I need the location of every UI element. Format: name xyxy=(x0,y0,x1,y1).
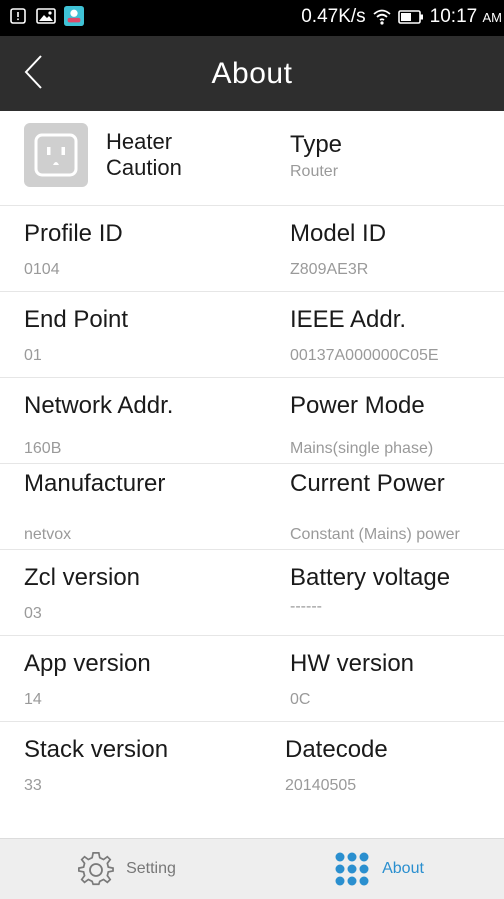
hw-version-label: HW version xyxy=(290,650,415,677)
device-name: Heater Caution xyxy=(106,129,182,180)
profile-id-cell: Profile ID 0104 xyxy=(24,206,274,291)
app-header: About xyxy=(0,36,504,111)
app-notification-icon xyxy=(64,6,84,26)
manufacturer-label: Manufacturer xyxy=(24,470,166,497)
power-mode-label: Power Mode xyxy=(290,392,425,419)
info-row-zcl: Zcl version 03 Battery voltage ------ xyxy=(0,550,504,636)
manufacturer-value: netvox xyxy=(24,526,72,543)
app-version-cell: App version 14 xyxy=(24,636,274,721)
manufacturer-cell: Manufacturer netvox xyxy=(24,464,274,549)
status-bar: 0.47K/s 10:17 AM xyxy=(0,0,504,36)
stack-version-cell: Stack version 33 xyxy=(24,722,274,807)
end-point-cell: End Point 01 xyxy=(24,292,274,377)
battery-voltage-label: Battery voltage xyxy=(290,564,451,591)
info-row-endpoint: End Point 01 IEEE Addr. 00137A000000C05E xyxy=(0,292,504,378)
current-power-cell: Current Power Constant (Mains) power xyxy=(290,464,504,549)
app-version-value: 14 xyxy=(24,691,42,708)
wifi-icon xyxy=(372,7,392,27)
end-point-value: 01 xyxy=(24,347,42,364)
back-button[interactable] xyxy=(22,52,62,96)
type-label: Type xyxy=(290,131,343,158)
ieee-addr-value: 00137A000000C05E xyxy=(290,347,439,364)
hw-version-cell: HW version 0C xyxy=(290,636,504,721)
datecode-value: 20140505 xyxy=(285,777,357,794)
device-info-list: Heater Caution Type Router Profile ID 01… xyxy=(0,111,504,807)
page-title: About xyxy=(211,57,293,90)
type-value: Router xyxy=(290,163,339,180)
image-notification-icon xyxy=(36,6,56,26)
info-row-device: Heater Caution Type Router xyxy=(0,111,504,206)
info-row-profile: Profile ID 0104 Model ID Z809AE3R xyxy=(0,206,504,292)
clock: 10:17 AM xyxy=(429,6,502,27)
network-speed: 0.47K/s xyxy=(301,6,366,27)
info-row-app: App version 14 HW version 0C xyxy=(0,636,504,722)
end-point-label: End Point xyxy=(24,306,129,333)
network-addr-value: 160B xyxy=(24,440,62,457)
zcl-version-label: Zcl version xyxy=(24,564,141,591)
zcl-version-cell: Zcl version 03 xyxy=(24,550,274,635)
info-row-stack: Stack version 33 Datecode 20140505 xyxy=(0,722,504,807)
alert-notification-icon xyxy=(8,6,28,26)
battery-icon xyxy=(397,7,424,27)
power-outlet-icon xyxy=(24,123,88,187)
hw-version-value: 0C xyxy=(290,691,311,708)
tab-setting-label: Setting xyxy=(126,860,176,877)
status-right: 0.47K/s 10:17 AM xyxy=(301,6,502,28)
tab-about[interactable]: About xyxy=(252,839,504,899)
network-addr-label: Network Addr. xyxy=(24,392,174,419)
current-power-label: Current Power xyxy=(290,470,445,497)
datecode-label: Datecode xyxy=(285,736,388,763)
zcl-version-value: 03 xyxy=(24,605,42,622)
ieee-addr-label: IEEE Addr. xyxy=(290,306,407,333)
model-id-label: Model ID xyxy=(290,220,387,247)
power-mode-value: Mains(single phase) xyxy=(290,440,434,457)
model-id-value: Z809AE3R xyxy=(290,261,369,278)
current-power-value: Constant (Mains) power xyxy=(290,526,460,543)
battery-voltage-value: ------ xyxy=(290,598,322,615)
profile-id-value: 0104 xyxy=(24,261,60,278)
model-id-cell: Model ID Z809AE3R xyxy=(290,206,504,291)
app-version-label: App version xyxy=(24,650,151,677)
notification-icons xyxy=(8,6,84,26)
tab-setting[interactable]: Setting xyxy=(0,839,252,899)
tab-about-label: About xyxy=(382,860,424,877)
device-summary: Heater Caution xyxy=(24,123,274,187)
stack-version-value: 33 xyxy=(24,777,42,794)
network-addr-cell: Network Addr. 160B xyxy=(24,378,274,463)
battery-voltage-cell: Battery voltage ------ xyxy=(290,550,504,635)
info-row-network: Network Addr. 160B Power Mode Mains(sing… xyxy=(0,378,504,464)
stack-version-label: Stack version xyxy=(24,736,169,763)
type-cell: Type Router xyxy=(290,111,504,196)
profile-id-label: Profile ID xyxy=(24,220,123,247)
bottom-nav: Setting About xyxy=(0,838,504,899)
ieee-addr-cell: IEEE Addr. 00137A000000C05E xyxy=(290,292,504,377)
info-row-manufacturer: Manufacturer netvox Current Power Consta… xyxy=(0,464,504,550)
grid-dots-icon xyxy=(335,852,369,886)
power-mode-cell: Power Mode Mains(single phase) xyxy=(290,378,504,463)
datecode-cell: Datecode 20140505 xyxy=(285,722,499,807)
chevron-left-icon xyxy=(24,55,42,89)
gear-icon xyxy=(78,852,114,886)
